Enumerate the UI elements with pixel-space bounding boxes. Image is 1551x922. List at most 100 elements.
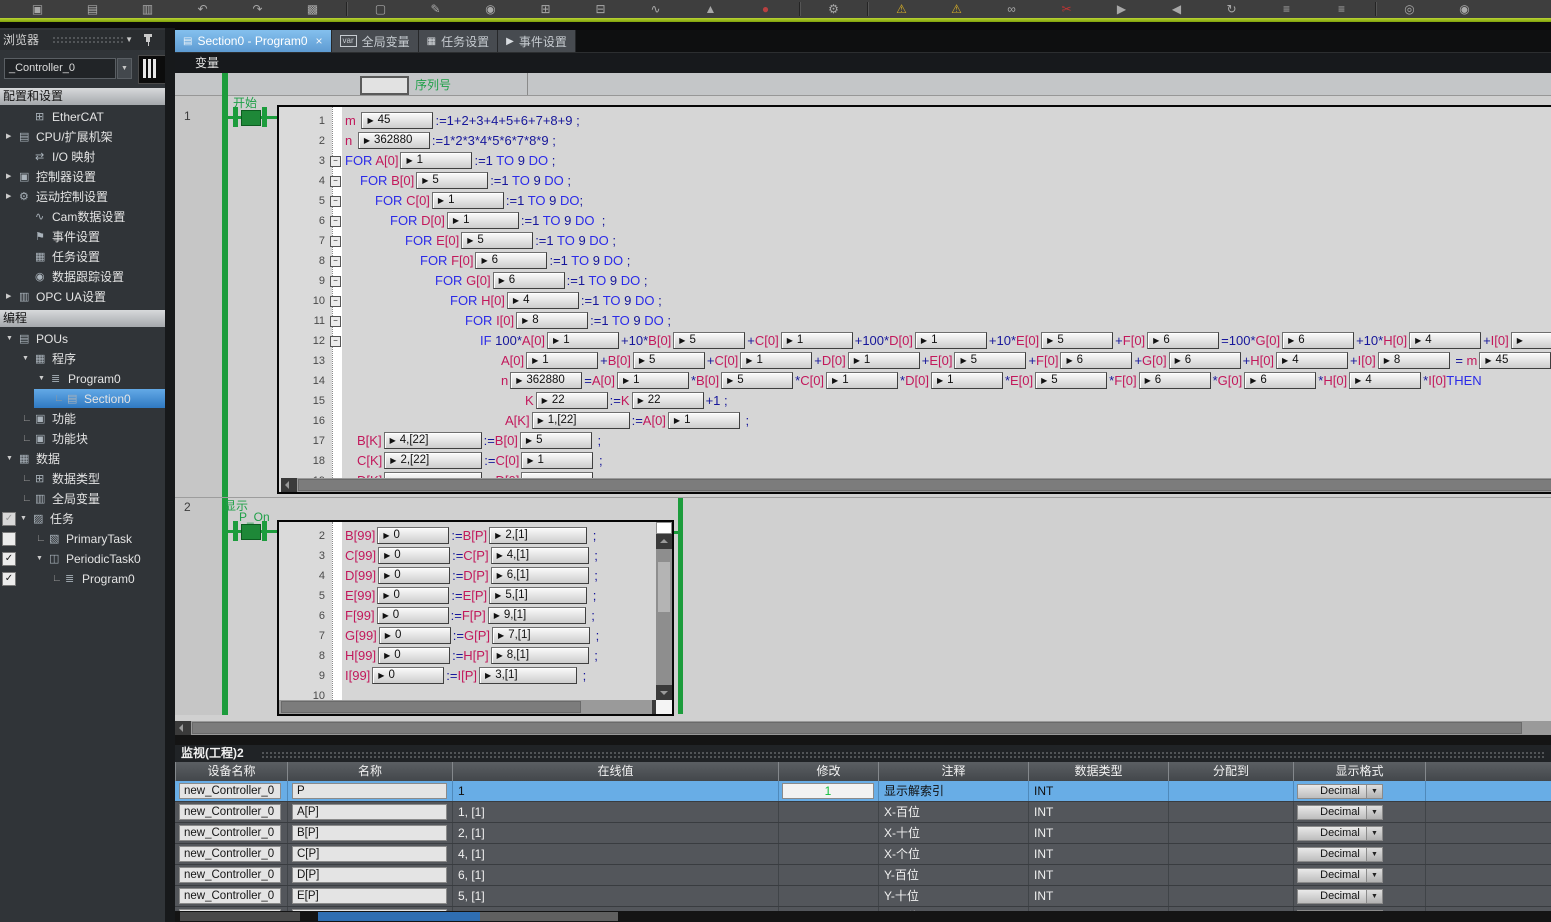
display-format-select[interactable]: Decimal▼: [1297, 805, 1383, 820]
dropdown-arrow-icon[interactable]: ▼: [1366, 806, 1382, 819]
watch-title-bar[interactable]: 监视(工程)2: [175, 745, 1551, 762]
task-checkbox[interactable]: [2, 532, 16, 546]
undo-icon[interactable]: ↶: [175, 0, 230, 18]
refresh-icon[interactable]: ↻: [1204, 0, 1259, 18]
sidebar-item-PrimaryTask[interactable]: ∟▧PrimaryTask: [0, 529, 165, 549]
monitor-value-box[interactable]: ▶4: [507, 292, 579, 309]
sidebar-item-运动控制设置[interactable]: ▶⚙运动控制设置: [0, 187, 165, 207]
ladder-hscrollbar[interactable]: [175, 721, 1551, 735]
tree-expand-icon[interactable]: ▼: [6, 329, 13, 349]
monitor-value-box[interactable]: ▶45: [1479, 352, 1551, 369]
monitor-value-box[interactable]: ▶1: [432, 192, 504, 209]
monitor-value-box[interactable]: ▶1: [668, 412, 740, 429]
watch-hscrollbar[interactable]: [175, 911, 1551, 922]
monitor-value-box[interactable]: ▶3,[1]: [479, 667, 577, 684]
zoom-out-icon[interactable]: ⊟: [573, 0, 628, 18]
variable-name-cell[interactable]: P: [292, 783, 447, 799]
monitor-value-box[interactable]: ▶8: [516, 312, 588, 329]
monitor-value-box[interactable]: ▶1: [447, 212, 519, 229]
display-format-select[interactable]: Decimal▼: [1297, 826, 1383, 841]
monitor-value-box[interactable]: ▶4,[22]: [384, 432, 482, 449]
display-format-select[interactable]: Decimal▼: [1297, 868, 1383, 883]
sidebar-item-程序[interactable]: ▼▦程序: [0, 349, 165, 369]
monitor-value-box[interactable]: ▶22: [536, 392, 608, 409]
cut-icon[interactable]: ✂: [1039, 0, 1094, 18]
tab-2[interactable]: ▦任务设置: [419, 30, 498, 52]
trace-icon[interactable]: ∿: [628, 0, 683, 18]
box2-hscrollbar[interactable]: [279, 700, 668, 714]
monitor-value-box[interactable]: ▶: [1511, 332, 1551, 349]
tree-expand-icon[interactable]: ▼: [20, 509, 27, 529]
monitor-value-box[interactable]: ▶8,[1]: [491, 647, 589, 664]
box2-vscrollbar[interactable]: [656, 522, 672, 700]
fold-collapse-icon[interactable]: [330, 236, 341, 247]
tree-expand-icon[interactable]: ▶: [6, 127, 11, 147]
monitor-value-box[interactable]: ▶0: [378, 547, 450, 564]
watch-row-E[P][interactable]: new_Controller_0E[P]5, [1]Y-十位INTDecimal…: [175, 886, 1551, 907]
variables-bar[interactable]: 变量: [175, 52, 1551, 73]
dropdown-arrow-icon[interactable]: ▼: [1366, 827, 1382, 840]
dropdown-arrow-icon[interactable]: ▼: [1366, 890, 1382, 903]
monitor-value-box[interactable]: ▶5: [633, 352, 705, 369]
monitor-value-box[interactable]: ▶6: [1244, 372, 1316, 389]
sidebar-item-功能块[interactable]: ∟▣功能块: [0, 429, 165, 449]
sidebar-item-Program0[interactable]: ✓∟≣Program0: [0, 569, 165, 589]
monitor-value-box[interactable]: ▶4: [1349, 372, 1421, 389]
outline-icon[interactable]: ≡: [1314, 0, 1369, 18]
monitor-value-box[interactable]: ▶1: [521, 452, 593, 469]
sidebar-item-OPC UA设置[interactable]: ▶▥OPC UA设置: [0, 287, 165, 307]
monitor-value-box[interactable]: ▶1,[22]: [532, 412, 630, 429]
monitor-value-box[interactable]: ▶4: [1409, 332, 1481, 349]
task-checkbox[interactable]: ✓: [2, 552, 16, 566]
monitor-value-box[interactable]: ▶5: [1041, 332, 1113, 349]
rung1-contact[interactable]: [233, 107, 267, 127]
sidebar-item-I/O 映射[interactable]: ⇄I/O 映射: [0, 147, 165, 167]
error-icon[interactable]: ⚠: [929, 0, 984, 18]
tab-1[interactable]: var全局变量: [332, 30, 419, 52]
fold-collapse-icon[interactable]: [330, 276, 341, 287]
monitor-value-box[interactable]: ▶5: [954, 352, 1026, 369]
variable-name-cell[interactable]: A[P]: [292, 804, 447, 820]
tree-expand-icon[interactable]: ▼: [22, 349, 29, 369]
monitor-value-box[interactable]: ▶6: [1169, 352, 1241, 369]
panel-splitter[interactable]: [165, 28, 175, 922]
monitor-value-box[interactable]: ▶0: [372, 667, 444, 684]
controller-select[interactable]: _Controller_0: [4, 58, 116, 79]
sidebar-item-功能[interactable]: ∟▣功能: [0, 409, 165, 429]
inline-st-box-2[interactable]: 2B[99]▶0:=B[P]▶2,[1] ;3C[99]▶0:=C[P]▶4,[…: [277, 520, 674, 716]
monitor-value-box[interactable]: ▶1: [781, 332, 853, 349]
chevron-down-icon[interactable]: ▼: [125, 30, 133, 50]
monitor-value-box[interactable]: ▶45: [361, 112, 433, 129]
monitor-value-box[interactable]: ▶2,[1]: [489, 527, 587, 544]
fold-collapse-icon[interactable]: [330, 256, 341, 267]
monitor-value-box[interactable]: ▶8: [1378, 352, 1450, 369]
sidebar-item-PeriodicTask0[interactable]: ✓▼◫PeriodicTask0: [0, 549, 165, 569]
tree-expand-icon[interactable]: ▶: [6, 167, 11, 187]
inline-st-box-1[interactable]: 1m ▶45:=1+2+3+4+5+6+7+8+9 ;2n ▶362880:=1…: [277, 105, 1551, 494]
paste-icon[interactable]: ▤: [65, 0, 120, 18]
monitor-value-box[interactable]: ▶7,[1]: [492, 627, 590, 644]
monitor-value-box[interactable]: ▶362880: [358, 132, 430, 149]
new-icon[interactable]: ▢: [353, 0, 408, 18]
fold-collapse-icon[interactable]: [330, 296, 341, 307]
sidebar-item-数据[interactable]: ▼▦数据: [0, 449, 165, 469]
tree-expand-icon[interactable]: ▶: [6, 287, 11, 307]
monitor-value-box[interactable]: ▶5: [416, 172, 488, 189]
controller-dropdown-icon[interactable]: ▼: [117, 58, 132, 79]
monitor-value-box[interactable]: ▶5: [1035, 372, 1107, 389]
rung2-contact[interactable]: [233, 521, 267, 541]
watch-row-D[P][interactable]: new_Controller_0D[P]6, [1]Y-百位INTDecimal…: [175, 865, 1551, 886]
task-checkbox[interactable]: ✓: [2, 512, 16, 526]
serial-box[interactable]: [360, 76, 409, 95]
task-checkbox[interactable]: ✓: [2, 572, 16, 586]
sidebar-item-任务设置[interactable]: ▦任务设置: [0, 247, 165, 267]
pin-icon[interactable]: [143, 34, 153, 46]
monitor-value-box[interactable]: ▶0: [377, 527, 449, 544]
monitor-value-box[interactable]: ▶1: [848, 352, 920, 369]
monitor-value-box[interactable]: ▶5: [520, 432, 592, 449]
display-format-select[interactable]: Decimal▼: [1297, 889, 1383, 904]
step-back-icon[interactable]: ◀: [1149, 0, 1204, 18]
watch-row-B[P][interactable]: new_Controller_0B[P]2, [1]X-十位INTDecimal…: [175, 823, 1551, 844]
fold-collapse-icon[interactable]: [330, 196, 341, 207]
redo-icon[interactable]: ↷: [230, 0, 285, 18]
